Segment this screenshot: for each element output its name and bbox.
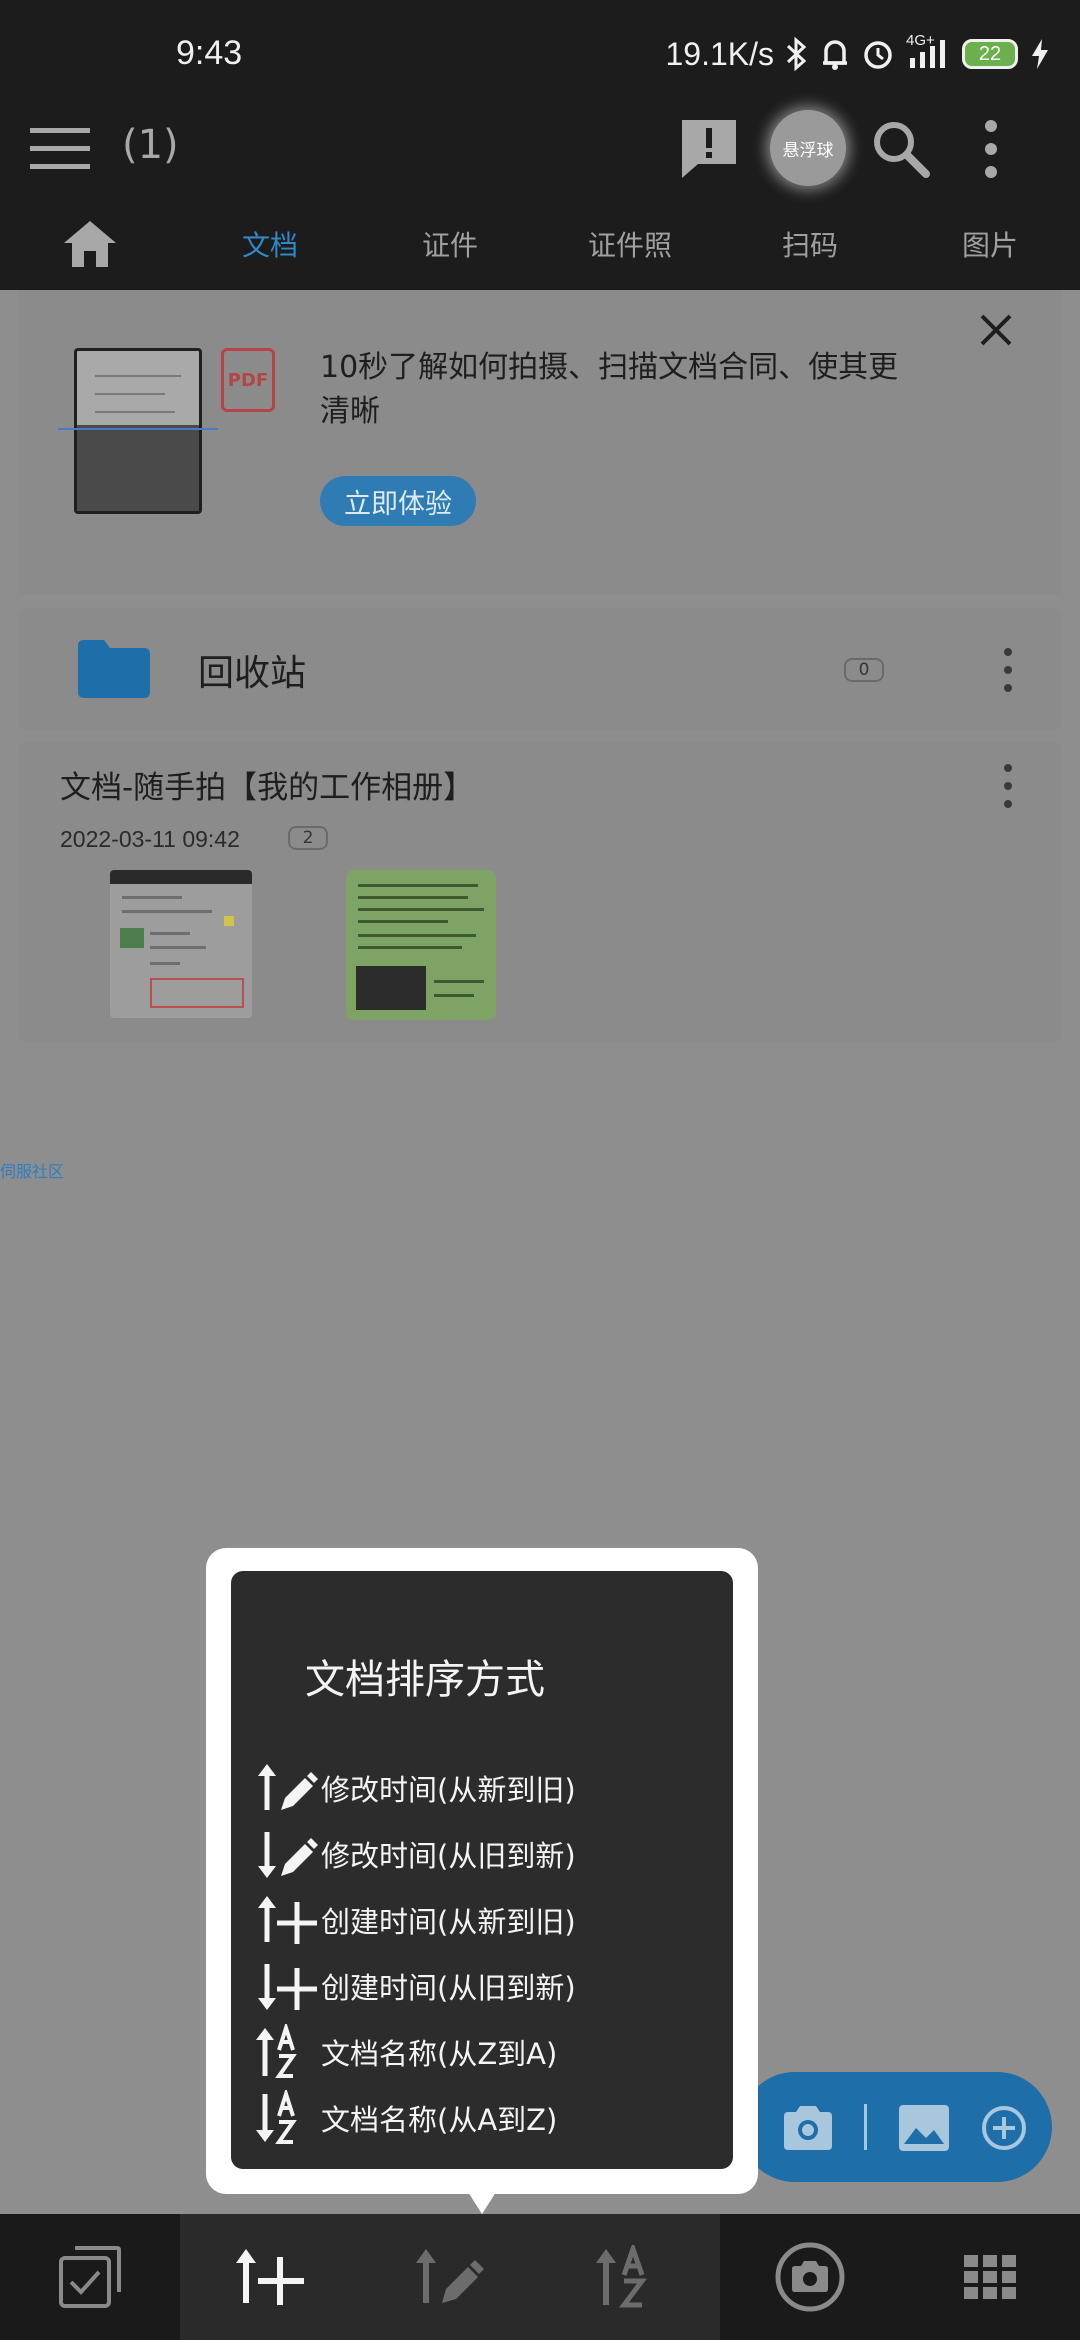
- sort-option-name-asc[interactable]: 文档名称(从A到Z): [255, 2087, 715, 2149]
- sort-created-icon: [236, 2249, 304, 2305]
- bottom-toolbar: [0, 2214, 1080, 2340]
- tab-scan-code[interactable]: 扫码: [720, 198, 900, 290]
- recycle-bin-folder[interactable]: 回收站 0: [18, 608, 1062, 730]
- document-card[interactable]: 文档-随手拍【我的工作相册】 2022-03-11 09:42 2: [18, 742, 1062, 1042]
- tab-images[interactable]: 图片: [900, 198, 1080, 290]
- page-thumbnail[interactable]: [110, 870, 252, 1018]
- document-page-count: 2: [288, 826, 328, 850]
- gallery-icon[interactable]: [896, 2102, 952, 2154]
- battery-indicator: 22: [962, 39, 1018, 69]
- camera-icon: [775, 2242, 845, 2312]
- sort-popup-title: 文档排序方式: [305, 1657, 545, 1703]
- add-circle-icon[interactable]: [976, 2102, 1032, 2154]
- capture-fab: [740, 2072, 1052, 2182]
- sort-popup-pointer: [468, 2192, 496, 2214]
- page-thumbnail[interactable]: [346, 870, 496, 1020]
- pdf-icon: PDF: [221, 348, 275, 412]
- sort-option-label: 创建时间(从旧到新): [321, 1971, 576, 2005]
- feedback-icon[interactable]: [674, 114, 744, 184]
- sort-name-asc-icon: [256, 2090, 297, 2144]
- sort-option-label: 文档名称(从Z到A): [321, 2037, 558, 2071]
- multi-select-button[interactable]: [0, 2214, 180, 2340]
- hamburger-menu-icon[interactable]: [28, 116, 94, 182]
- sort-modified-asc-icon: [258, 1832, 318, 1878]
- sort-by-created-button[interactable]: [180, 2214, 360, 2340]
- sort-option-modified-asc[interactable]: 修改时间(从旧到新): [255, 1823, 715, 1885]
- sort-option-modified-desc[interactable]: 修改时间(从新到旧): [255, 1757, 715, 1819]
- status-time: 9:43: [176, 34, 243, 72]
- app-bar: (1) 悬浮球 文档 证件 证件照 扫码 图片: [0, 110, 1080, 290]
- grid-view-icon: [964, 2255, 1016, 2299]
- network-type: 4G+: [906, 32, 935, 49]
- sort-created-desc-icon: [258, 1896, 317, 1944]
- folder-icon: [78, 640, 150, 698]
- net-speed: 19.1K/s: [665, 35, 774, 72]
- search-icon[interactable]: [866, 114, 936, 184]
- selected-count: (1): [122, 122, 179, 168]
- status-indicators: 19.1K/s 4G+ 22: [665, 32, 1050, 74]
- tab-documents[interactable]: 文档: [180, 198, 360, 290]
- home-icon: [64, 221, 116, 267]
- sort-name-desc-icon: [256, 2024, 297, 2078]
- sort-by-name-button[interactable]: [540, 2214, 720, 2340]
- sort-popup: 文档排序方式 修改时间(从新到旧) 修改时间(从旧到新) 创建时间(从新到旧) …: [231, 1571, 733, 2169]
- tab-id-cards[interactable]: 证件: [360, 198, 540, 290]
- sort-modified-icon: [416, 2249, 484, 2303]
- charging-icon: [1032, 39, 1048, 69]
- tab-id-photos[interactable]: 证件照: [540, 198, 720, 290]
- promo-banner: PDF 10秒了解如何拍摄、扫描文档合同、使其更清晰 立即体验: [18, 290, 1062, 595]
- camera-button[interactable]: [720, 2214, 900, 2340]
- floating-ball-button[interactable]: 悬浮球: [770, 110, 846, 186]
- sort-by-modified-button[interactable]: [360, 2214, 540, 2340]
- document-title: 文档-随手拍【我的工作相册】: [60, 770, 475, 806]
- sort-name-icon: [596, 2245, 647, 2308]
- community-link[interactable]: 伺服社区: [0, 1158, 64, 1182]
- grid-view-button[interactable]: [900, 2214, 1080, 2340]
- recycle-bin-more-icon[interactable]: [998, 646, 1018, 694]
- document-more-icon[interactable]: [998, 762, 1018, 810]
- multi-select-icon: [59, 2246, 121, 2308]
- more-options-icon[interactable]: [956, 114, 1026, 184]
- close-icon[interactable]: [974, 308, 1018, 352]
- sort-created-asc-icon: [258, 1964, 317, 2010]
- alarm-bell-icon: [823, 40, 847, 70]
- promo-text: 10秒了解如何拍摄、扫描文档合同、使其更清晰: [320, 350, 899, 429]
- status-bar: 9:43 19.1K/s 4G+ 22: [0, 0, 1080, 110]
- sort-option-label: 修改时间(从新到旧): [321, 1773, 576, 1807]
- bluetooth-icon: [786, 37, 807, 71]
- try-now-button[interactable]: 立即体验: [320, 476, 476, 526]
- camera-icon[interactable]: [780, 2102, 836, 2154]
- sort-option-created-desc[interactable]: 创建时间(从新到旧): [255, 1889, 715, 1951]
- sort-option-label: 创建时间(从新到旧): [321, 1905, 576, 1939]
- sort-option-label: 修改时间(从旧到新): [321, 1839, 576, 1873]
- category-tabs: 文档 证件 证件照 扫码 图片: [0, 198, 1080, 290]
- scan-line: [58, 428, 218, 430]
- sort-option-created-asc[interactable]: 创建时间(从旧到新): [255, 1955, 715, 2017]
- alarm-clock-icon: [864, 41, 892, 69]
- recycle-bin-label: 回收站: [198, 653, 307, 694]
- document-illustration: [74, 348, 202, 514]
- document-date: 2022-03-11 09:42: [60, 826, 240, 852]
- sort-option-name-desc[interactable]: 文档名称(从Z到A): [255, 2021, 715, 2083]
- fab-divider: [864, 2104, 867, 2150]
- recycle-bin-count: 0: [844, 658, 884, 682]
- tab-home[interactable]: [0, 198, 180, 290]
- sort-option-label: 文档名称(从A到Z): [321, 2103, 558, 2137]
- sort-modified-desc-icon: [258, 1764, 318, 1810]
